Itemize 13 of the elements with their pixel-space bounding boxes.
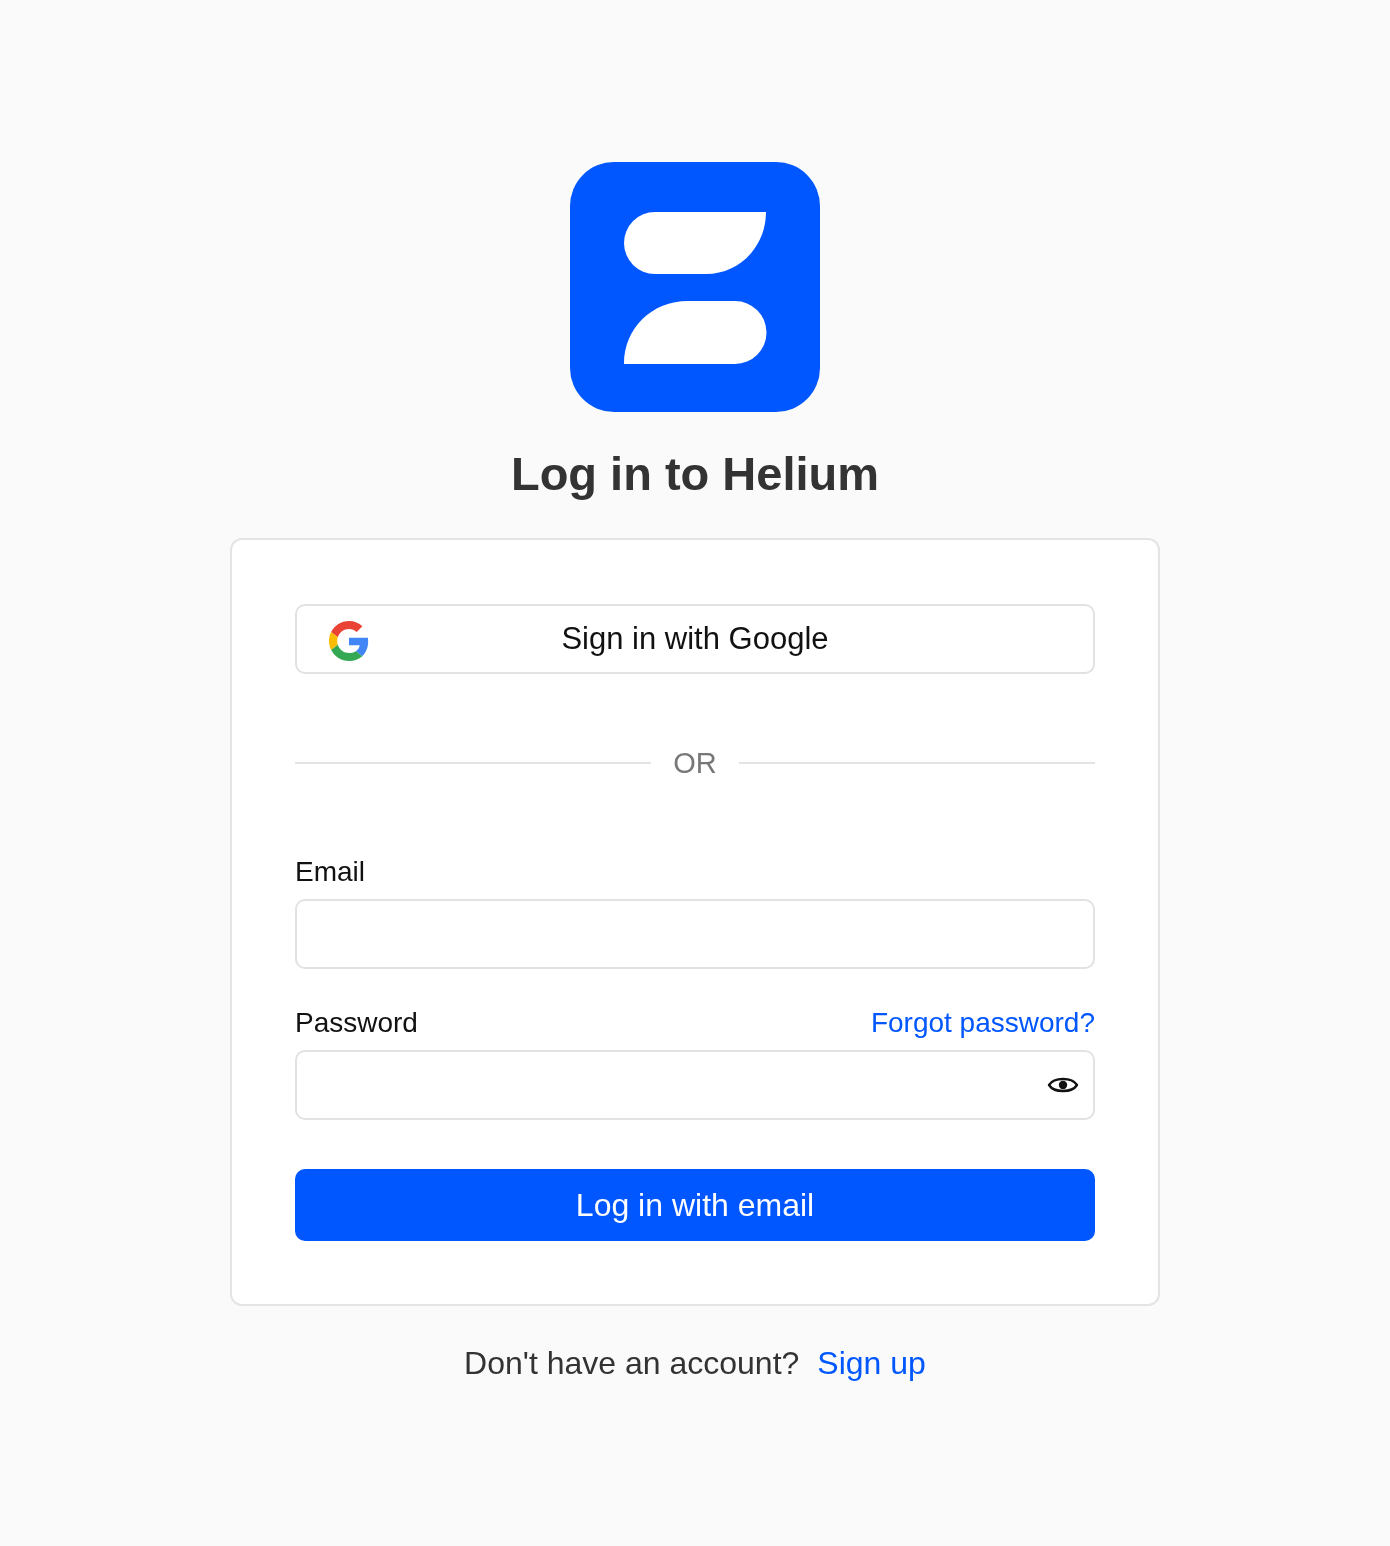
forgot-password-link[interactable]: Forgot password? [870,1007,1095,1039]
logo-icon [570,162,820,412]
sign-up-link[interactable]: Sign up [817,1344,926,1382]
google-g-icon [329,621,369,661]
log-in-button[interactable]: Log in with email [295,1169,1095,1241]
field-label: Password [295,1007,418,1039]
email-field[interactable] [295,899,1095,969]
google-sign-in-button[interactable]: Sign in with Google [295,604,1095,674]
password-field[interactable] [295,1050,1095,1120]
divider-label: OR [673,746,717,780]
page-title: Log in to Helium [510,446,880,502]
field-label: Email [295,856,365,888]
footer-text: Don't have an account? [464,1344,800,1382]
